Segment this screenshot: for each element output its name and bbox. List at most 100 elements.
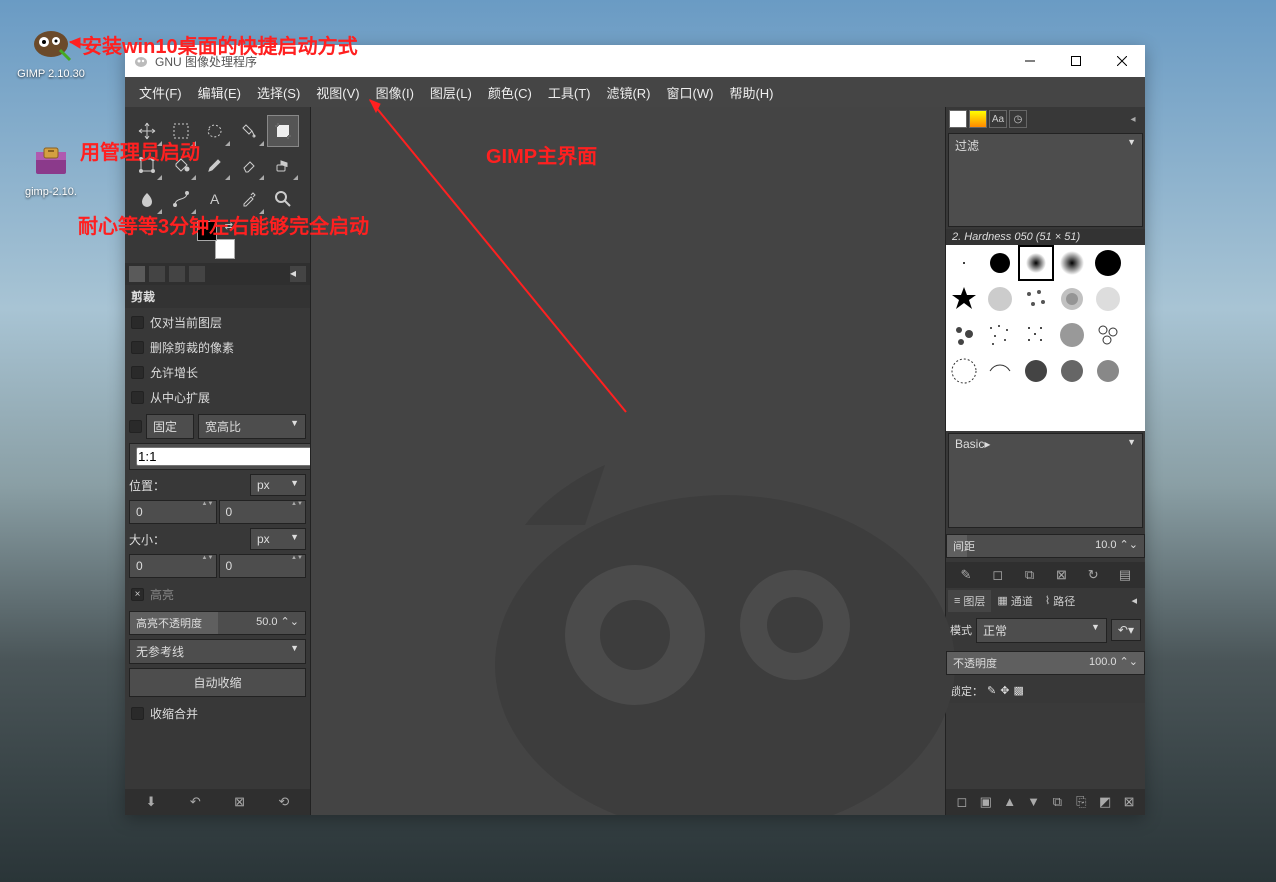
dup-brush-icon[interactable]: ⧉ <box>1021 566 1039 584</box>
lock-alpha-icon[interactable]: ▩ <box>1013 684 1023 697</box>
tool-path[interactable] <box>165 183 197 215</box>
tab-tool-options[interactable] <box>129 266 145 282</box>
menu-select[interactable]: 选择(S) <box>249 78 308 107</box>
new-brush-icon[interactable]: ◻ <box>989 566 1007 584</box>
tool-rect-select[interactable] <box>165 115 197 147</box>
tab-menu-right-icon[interactable]: ◂ <box>1124 110 1142 128</box>
desktop-icon-gimp[interactable]: GIMP 2.10.30 <box>16 22 86 80</box>
menu-layer[interactable]: 图层(L) <box>422 78 480 107</box>
tool-text[interactable]: A <box>199 183 231 215</box>
chk-delete-px[interactable] <box>131 341 144 354</box>
menu-view[interactable]: 视图(V) <box>308 78 367 107</box>
dup-layer-icon[interactable]: ⧉ <box>1048 793 1066 811</box>
chk-only-layer[interactable] <box>131 316 144 329</box>
canvas[interactable] <box>311 107 945 815</box>
pos-y-input[interactable]: 0▲▼ <box>219 500 307 524</box>
size-h-input[interactable]: 0▲▼ <box>219 554 307 578</box>
tab-brushes[interactable] <box>949 110 967 128</box>
brush-grid[interactable] <box>946 245 1145 431</box>
chk-shrink-merge[interactable] <box>131 707 144 720</box>
tool-crop[interactable] <box>267 115 299 147</box>
filter-select[interactable]: 过滤▼ <box>948 133 1143 227</box>
refresh-brush-icon[interactable]: ↻ <box>1084 566 1102 584</box>
menu-colors[interactable]: 颜色(C) <box>480 78 540 107</box>
tab-images[interactable] <box>189 266 205 282</box>
lock-position-icon[interactable]: ✥ <box>1000 684 1009 697</box>
menu-tools[interactable]: 工具(T) <box>540 78 599 107</box>
menu-filters[interactable]: 滤镜(R) <box>598 78 658 107</box>
tool-options-title: 剪裁 <box>125 285 310 308</box>
pos-x-input[interactable]: 0▲▼ <box>129 500 217 524</box>
reset-icon[interactable]: ⟲ <box>275 793 293 811</box>
tab-menu-icon[interactable]: ◂ <box>290 266 306 282</box>
tool-zoom[interactable] <box>267 183 299 215</box>
mode-reset-icon[interactable]: ↶▾ <box>1111 619 1141 641</box>
tab-undo-history[interactable] <box>169 266 185 282</box>
delete-layer-icon[interactable]: ⊠ <box>1120 793 1138 811</box>
close-button[interactable] <box>1099 45 1145 77</box>
hl-opacity-slider[interactable]: 高亮不透明度 50.0 ⌃⌄ <box>129 611 306 635</box>
fixed-label[interactable]: 固定 <box>146 414 194 439</box>
maximize-button[interactable] <box>1053 45 1099 77</box>
menu-windows[interactable]: 窗口(W) <box>659 78 722 107</box>
save-preset-icon[interactable]: ⬇ <box>142 793 160 811</box>
tab-device-status[interactable] <box>149 266 165 282</box>
tool-bucket[interactable] <box>165 149 197 181</box>
window-title: GNU 图像处理程序 <box>155 53 257 70</box>
desktop-icon-archive[interactable]: gimp-2.10. <box>16 140 86 198</box>
chk-highlight[interactable]: × <box>131 588 144 601</box>
titlebar[interactable]: GNU 图像处理程序 <box>125 45 1145 77</box>
delete-preset-icon[interactable]: ⊠ <box>231 793 249 811</box>
tool-smudge[interactable] <box>131 183 163 215</box>
mask-layer-icon[interactable]: ◩ <box>1096 793 1114 811</box>
lower-layer-icon[interactable]: ▼ <box>1025 793 1043 811</box>
tab-menu-layers-icon[interactable]: ◂ <box>1125 590 1143 612</box>
opacity-slider[interactable]: 不透明度 100.0 ⌃⌄ <box>946 651 1145 675</box>
tab-history[interactable]: ◷ <box>1009 110 1027 128</box>
tab-patterns[interactable] <box>969 110 987 128</box>
size-w-input[interactable]: 0▲▼ <box>129 554 217 578</box>
lbl-only-layer: 仅对当前图层 <box>150 314 222 331</box>
tool-eraser[interactable] <box>233 149 265 181</box>
menu-image[interactable]: 图像(I) <box>368 78 422 107</box>
blend-mode-select[interactable]: 正常▼ <box>976 618 1107 643</box>
minimize-button[interactable] <box>1007 45 1053 77</box>
crop-options: 仅对当前图层 删除剪裁的像素 允许增长 从中心扩展 固定 宽高比▼ ▯ ▭ <box>125 308 310 789</box>
menu-help[interactable]: 帮助(H) <box>721 78 781 107</box>
aspect-select[interactable]: 宽高比▼ <box>198 414 306 439</box>
restore-preset-icon[interactable]: ↶ <box>186 793 204 811</box>
brush-dock-tabs: Aa ◷ ◂ <box>946 107 1145 131</box>
size-unit[interactable]: px▼ <box>250 528 306 550</box>
fg-color[interactable] <box>197 221 217 241</box>
bg-color[interactable] <box>215 239 235 259</box>
guides-select[interactable]: 无参考线▼ <box>129 639 306 664</box>
menu-file[interactable]: 文件(F) <box>131 78 190 107</box>
del-brush-icon[interactable]: ⊠ <box>1052 566 1070 584</box>
tool-clone[interactable] <box>267 149 299 181</box>
tab-paths[interactable]: ⌇ 路径 <box>1039 590 1081 612</box>
gimp-logo-icon <box>30 22 72 64</box>
chk-allow-grow[interactable] <box>131 366 144 379</box>
tool-paintbrush[interactable] <box>199 149 231 181</box>
tab-fonts[interactable]: Aa <box>989 110 1007 128</box>
open-brush-icon[interactable]: ▤ <box>1116 566 1134 584</box>
chk-center-expand[interactable] <box>131 391 144 404</box>
merge-layer-icon[interactable]: ⎘ <box>1072 793 1090 811</box>
tab-channels[interactable]: ▦ 通道 <box>991 590 1038 612</box>
tool-fuzzy-select[interactable] <box>233 115 265 147</box>
tool-color-picker[interactable] <box>233 183 265 215</box>
tool-transform[interactable] <box>131 149 163 181</box>
tool-free-select[interactable] <box>199 115 231 147</box>
ratio-input[interactable] <box>136 447 310 466</box>
swap-colors-icon[interactable]: ⇄ <box>225 221 233 232</box>
tool-move[interactable] <box>131 115 163 147</box>
lock-pixels-icon[interactable]: ✎ <box>987 684 996 697</box>
spacing-slider[interactable]: 间距 10.0 ⌃⌄ <box>946 534 1145 558</box>
color-swatches[interactable]: ⇄ <box>197 221 241 259</box>
auto-shrink-button[interactable]: 自动收缩 <box>129 668 306 697</box>
raise-layer-icon[interactable]: ▲ <box>1001 793 1019 811</box>
lbl-delete-px: 删除剪裁的像素 <box>150 339 234 356</box>
position-unit[interactable]: px▼ <box>250 474 306 496</box>
menu-edit[interactable]: 编辑(E) <box>190 78 249 107</box>
chk-fixed[interactable] <box>129 420 142 433</box>
